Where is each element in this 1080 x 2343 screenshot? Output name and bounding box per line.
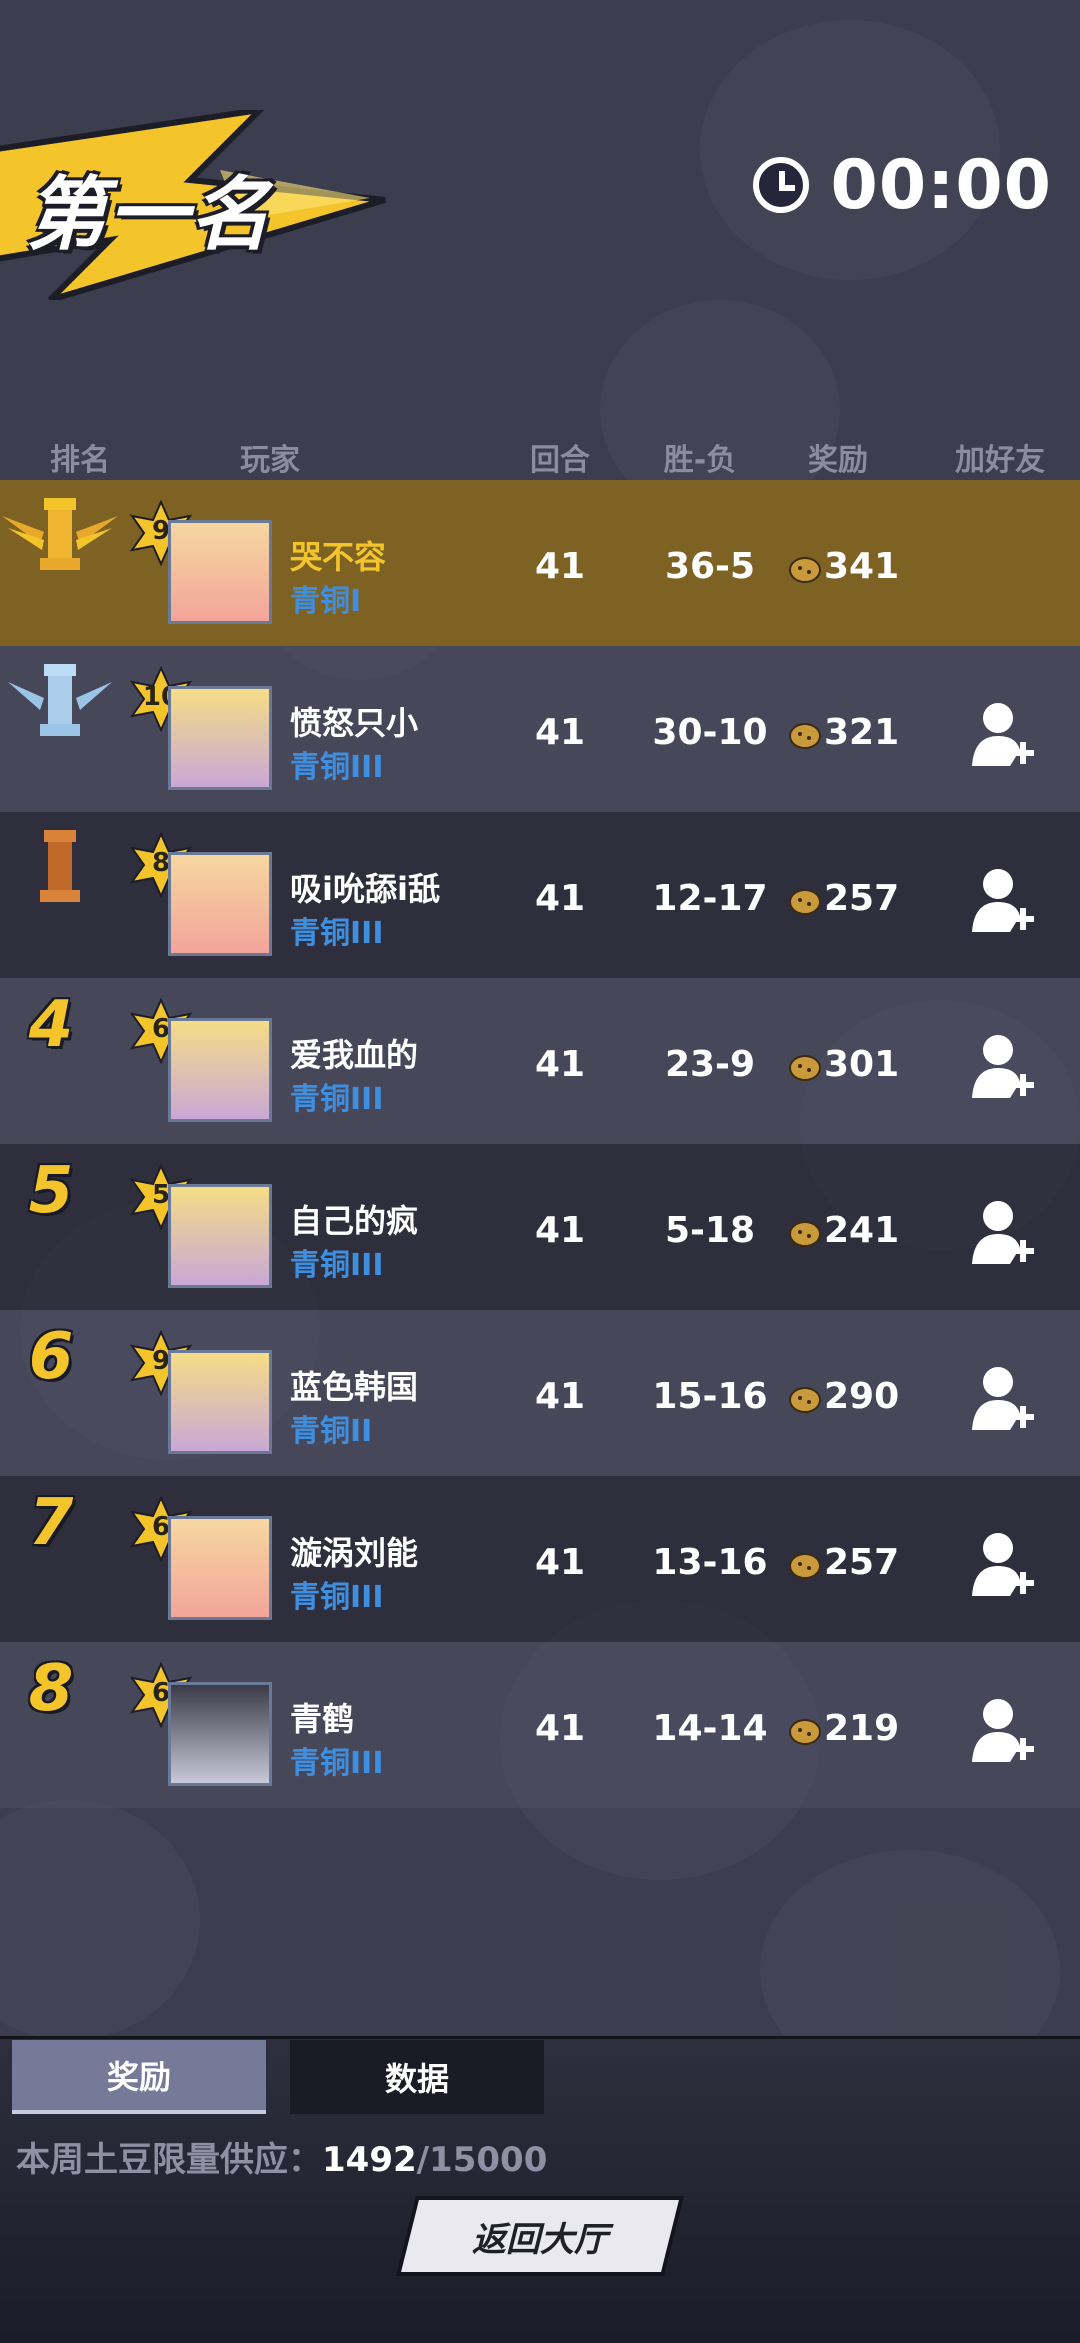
- add-friend-icon[interactable]: [970, 700, 1036, 770]
- add-friend-icon[interactable]: [970, 866, 1036, 936]
- bronze-rook-trophy-icon: [40, 830, 80, 902]
- header-player: 玩家: [240, 443, 300, 478]
- header-reward: 奖励: [808, 443, 868, 478]
- reward-value: 301: [824, 1044, 900, 1085]
- rank-number: 4: [28, 988, 74, 1062]
- win-loss-value: 36-5: [664, 546, 756, 587]
- player-name: 青鹤: [290, 1700, 355, 1738]
- player-row-8: 8 6 青鹤 青铜III 41 14-14 219: [0, 1642, 1080, 1808]
- player-tier: 青铜II: [290, 1414, 373, 1449]
- reward-value: 341: [824, 546, 900, 587]
- rounds-value: 41: [534, 1044, 586, 1085]
- reward-value: 290: [824, 1376, 900, 1417]
- player-name: 哭不容: [290, 538, 387, 576]
- rank-number: 8: [28, 1652, 74, 1726]
- avatar[interactable]: [168, 852, 272, 956]
- rounds-value: 41: [534, 1376, 586, 1417]
- player-row-2: 10 愤怒只小 青铜III 41 30-10 321: [0, 646, 1080, 812]
- gold-rook-trophy-icon: [2, 498, 118, 570]
- header-win-loss: 胜-负: [663, 443, 737, 478]
- player-row-3: 8 吸i吮舔i舐 青铜III 41 12-17 257: [0, 812, 1080, 978]
- avatar[interactable]: [168, 686, 272, 790]
- win-loss-value: 23-9: [664, 1044, 756, 1085]
- player-tier: 青铜III: [290, 1746, 384, 1781]
- player-row-6: 6 9 蓝色韩国 青铜II 41 15-16 290: [0, 1310, 1080, 1476]
- potato-icon: [789, 1719, 821, 1745]
- supply-max: /15000: [416, 2140, 548, 2180]
- potato-icon: [789, 1221, 821, 1247]
- avatar[interactable]: [168, 1350, 272, 1454]
- player-tier: 青铜III: [290, 750, 384, 785]
- add-friend-icon[interactable]: [970, 1032, 1036, 1102]
- win-loss-value: 13-16: [652, 1542, 768, 1583]
- reward-value: 257: [824, 1542, 900, 1583]
- player-tier: 青铜III: [290, 1248, 384, 1283]
- potato-icon: [789, 889, 821, 915]
- rank-number: 5: [28, 1154, 74, 1228]
- add-friend-icon[interactable]: [970, 1530, 1036, 1600]
- supply-label: 本周土豆限量供应：: [16, 2140, 322, 2180]
- player-row-7: 7 6 漩涡刘能 青铜III 41 13-16 257: [0, 1476, 1080, 1642]
- player-name: 漩涡刘能: [290, 1534, 419, 1572]
- reward-value: 257: [824, 878, 900, 919]
- win-loss-value: 14-14: [652, 1708, 768, 1749]
- potato-icon: [789, 1055, 821, 1081]
- rounds-value: 41: [534, 1708, 586, 1749]
- player-tier: 青铜III: [290, 1082, 384, 1117]
- tab-reward[interactable]: 奖励: [12, 2040, 266, 2114]
- player-row-5: 5 5 自己的疯 青铜III 41 5-18 241: [0, 1144, 1080, 1310]
- header-rounds: 回合: [530, 443, 590, 478]
- player-tier: 青铜I: [290, 584, 362, 619]
- rank-number: 7: [28, 1486, 74, 1560]
- avatar[interactable]: [168, 1018, 272, 1122]
- potato-icon: [789, 557, 821, 583]
- header-rank: 排名: [50, 443, 110, 478]
- player-name: 愤怒只小: [290, 704, 419, 742]
- player-tier: 青铜III: [290, 1580, 384, 1615]
- avatar[interactable]: [168, 520, 272, 624]
- rounds-value: 41: [534, 878, 586, 919]
- player-name: 自己的疯: [290, 1202, 419, 1240]
- player-name: 蓝色韩国: [290, 1368, 419, 1406]
- weekly-supply: 本周土豆限量供应：1492/15000: [16, 2132, 547, 2181]
- potato-icon: [789, 723, 821, 749]
- win-loss-value: 12-17: [652, 878, 768, 919]
- player-name: 爱我血的: [290, 1036, 419, 1074]
- timer-value: 00:00: [830, 145, 1052, 225]
- potato-icon: [789, 1387, 821, 1413]
- supply-current: 1492: [322, 2140, 417, 2180]
- placement-title: 第一名: [26, 168, 272, 261]
- rank-number: 6: [28, 1320, 74, 1394]
- player-name: 吸i吮舔i舐: [290, 870, 440, 908]
- avatar[interactable]: [168, 1516, 272, 1620]
- win-loss-value: 15-16: [652, 1376, 768, 1417]
- rounds-value: 41: [534, 712, 586, 753]
- rounds-value: 41: [534, 1542, 586, 1583]
- player-tier: 青铜III: [290, 916, 384, 951]
- win-loss-value: 5-18: [664, 1210, 756, 1251]
- rounds-value: 41: [534, 1210, 586, 1251]
- player-row-1: 9 哭不容 青铜I 41 36-5 341: [0, 480, 1080, 646]
- win-loss-value: 30-10: [652, 712, 768, 753]
- silver-rook-trophy-icon: [8, 664, 112, 736]
- potato-icon: [789, 1553, 821, 1579]
- clock-icon: [752, 157, 809, 213]
- reward-value: 219: [824, 1708, 900, 1749]
- reward-value: 321: [824, 712, 900, 753]
- timer: 00:00: [752, 146, 1052, 225]
- add-friend-icon[interactable]: [970, 1696, 1036, 1766]
- reward-value: 241: [824, 1210, 900, 1251]
- add-friend-icon[interactable]: [970, 1364, 1036, 1434]
- add-friend-icon[interactable]: [970, 1198, 1036, 1268]
- tab-data[interactable]: 数据: [290, 2040, 544, 2114]
- header-add-friend: 加好友: [955, 443, 1045, 478]
- back-to-lobby-button[interactable]: 返回大厅: [410, 2200, 670, 2272]
- avatar[interactable]: [168, 1682, 272, 1786]
- rounds-value: 41: [534, 546, 586, 587]
- avatar[interactable]: [168, 1184, 272, 1288]
- player-row-4: 4 6 爱我血的 青铜III 41 23-9 301: [0, 978, 1080, 1144]
